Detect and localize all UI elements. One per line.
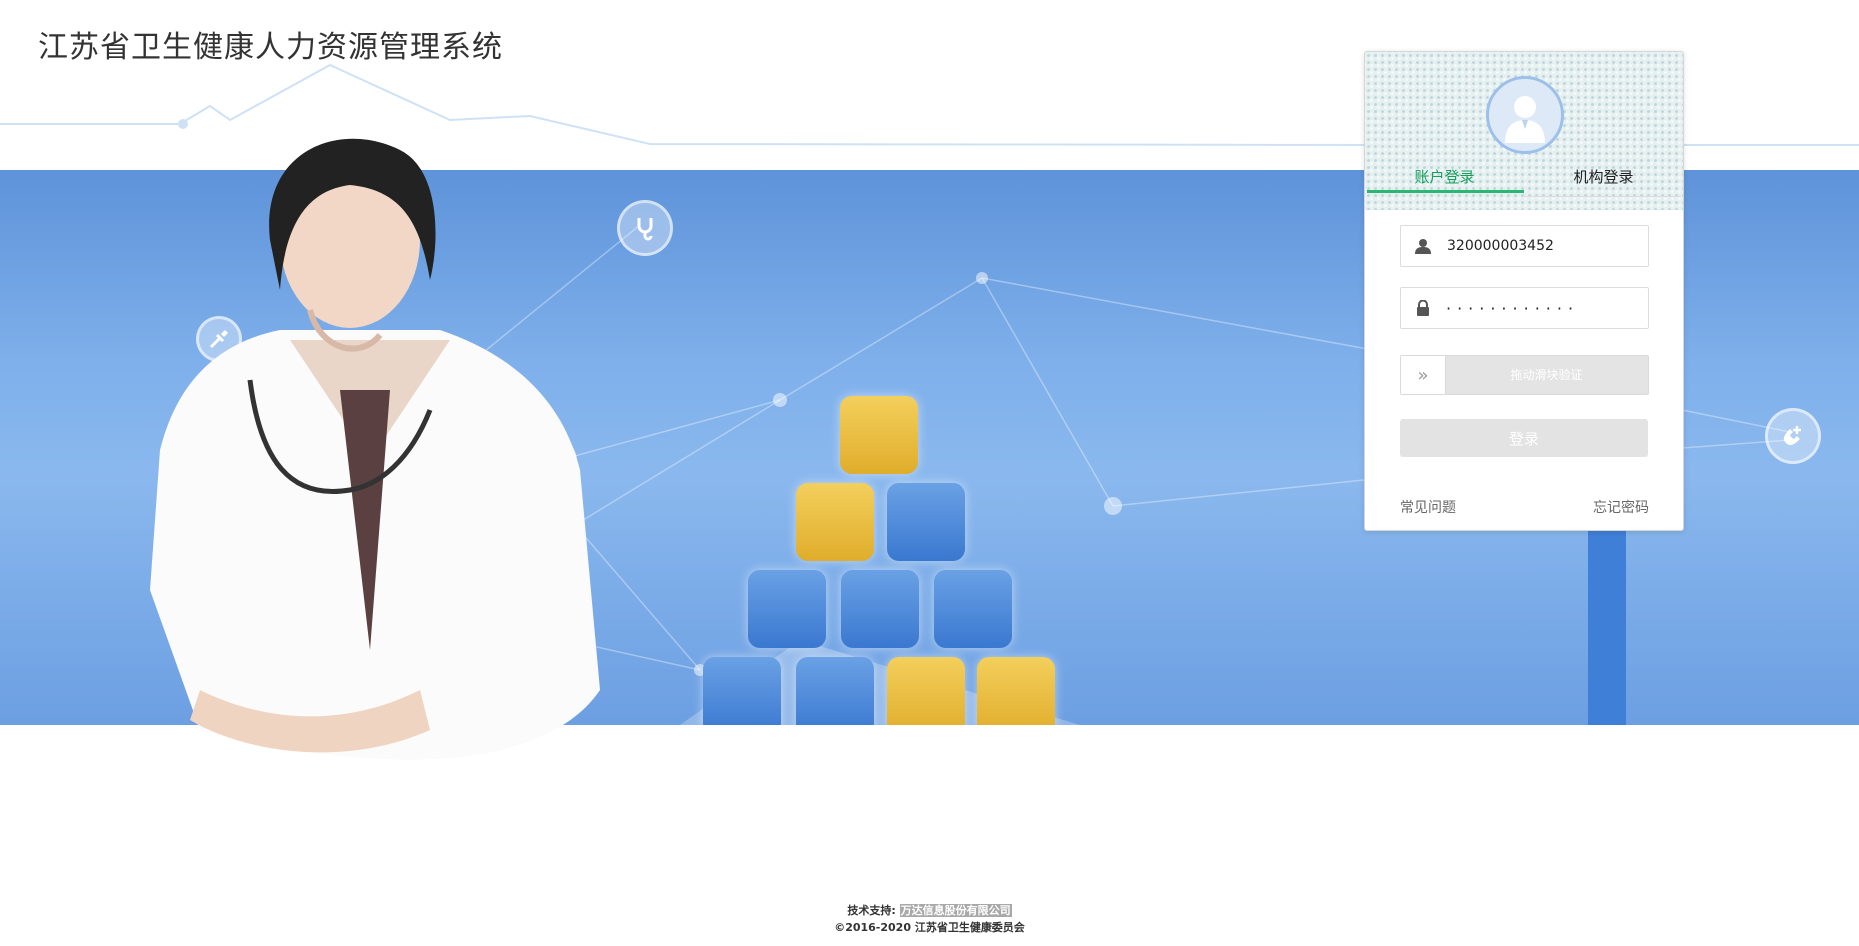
staff-tile-female-doctor	[840, 396, 918, 474]
password-field	[1400, 287, 1649, 329]
login-card: 账户登录 机构登录 » 拖动滑块验证 登录 常见问题 忘记密码	[1364, 51, 1684, 531]
user-icon	[1401, 238, 1445, 254]
staff-tile-female-doctor	[887, 657, 965, 725]
forgot-password-link[interactable]: 忘记密码	[1593, 497, 1649, 517]
phone-plus-icon	[1765, 408, 1821, 464]
login-button[interactable]: 登录	[1400, 419, 1648, 457]
login-card-header: 账户登录 机构登录	[1365, 52, 1683, 210]
footer-support: 技术支持: 万达信息股份有限公司	[0, 902, 1859, 919]
tab-institution-login[interactable]: 机构登录	[1524, 164, 1683, 198]
staff-tile-female-doctor	[977, 657, 1055, 725]
footer-support-prefix: 技术支持:	[847, 904, 896, 917]
tab-account-login[interactable]: 账户登录	[1365, 164, 1524, 198]
doctor-illustration	[150, 138, 600, 760]
staff-tile-doctor	[703, 657, 781, 725]
staff-tile-nurse	[796, 657, 874, 725]
password-input[interactable]	[1444, 289, 1648, 327]
footer-copyright: ©2016-2020 江苏省卫生健康委员会	[834, 921, 1025, 934]
staff-tile-nurse	[841, 570, 919, 648]
staff-tile-nurse	[748, 570, 826, 648]
staff-tile-doctor	[887, 483, 965, 561]
lock-icon	[1401, 300, 1444, 316]
username-field	[1400, 225, 1649, 267]
decorative-pillar	[1588, 520, 1626, 725]
tab-divider	[1523, 196, 1681, 197]
footer-support-company: 万达信息股份有限公司	[899, 904, 1012, 917]
staff-tile-female-doctor	[796, 483, 874, 561]
footer: 技术支持: 万达信息股份有限公司 ©2016-2020 江苏省卫生健康委员会	[0, 902, 1859, 936]
username-input[interactable]	[1445, 227, 1648, 265]
slider-captcha[interactable]: » 拖动滑块验证	[1400, 355, 1649, 395]
user-avatar-icon	[1486, 76, 1564, 154]
staff-tile-doctor	[934, 570, 1012, 648]
login-tabs: 账户登录 机构登录	[1365, 164, 1683, 198]
slider-captcha-label: 拖动滑块验证	[1510, 368, 1583, 382]
faq-link[interactable]: 常见问题	[1400, 497, 1456, 517]
double-chevron-right-icon[interactable]: »	[1401, 356, 1446, 394]
stethoscope-icon	[617, 200, 673, 256]
